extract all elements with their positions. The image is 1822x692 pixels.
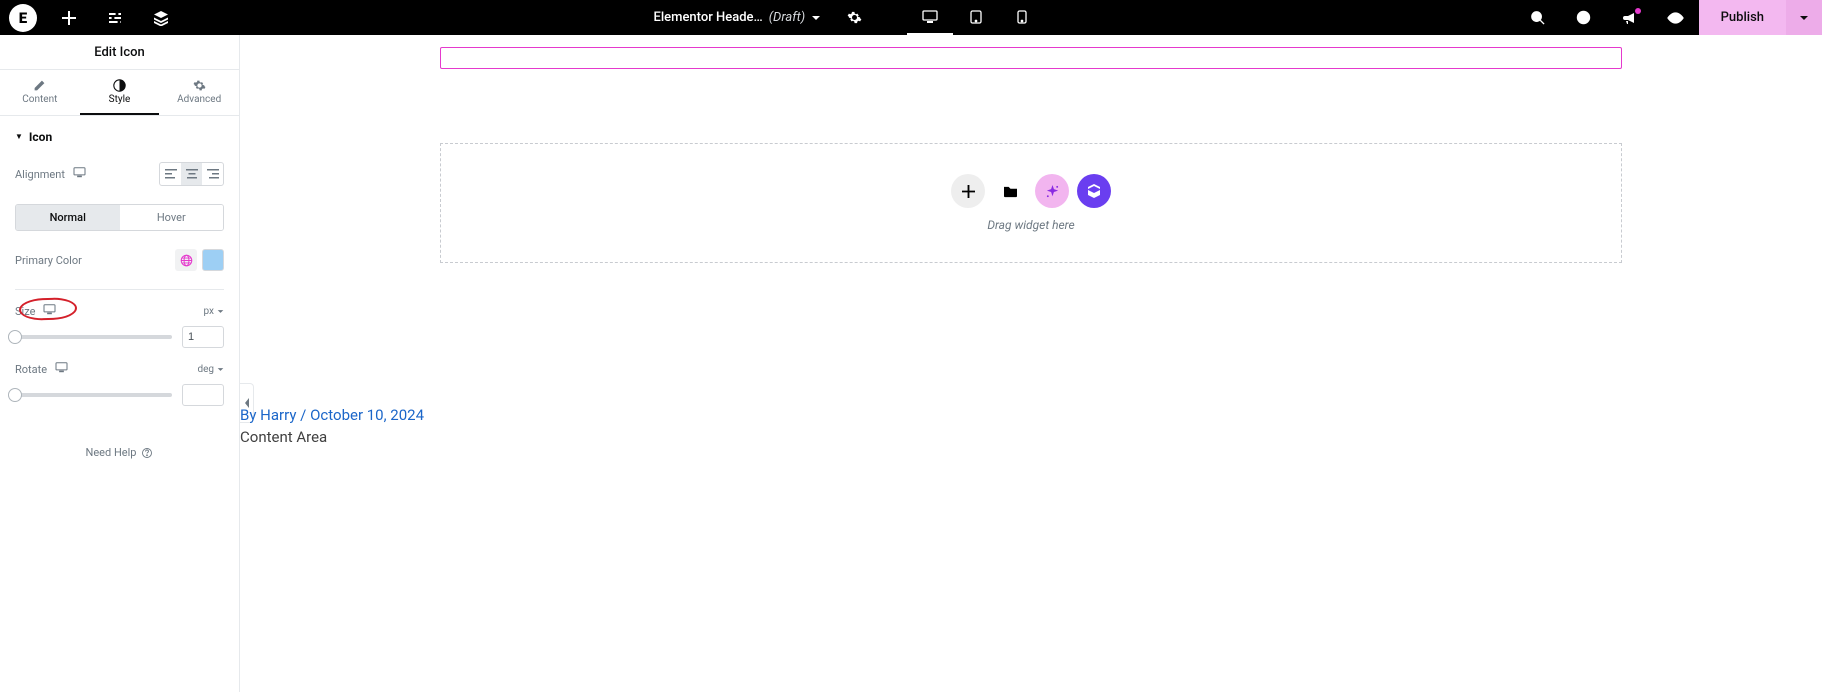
plus-icon <box>62 11 76 25</box>
search-icon <box>1530 10 1545 25</box>
tab-advanced-label: Advanced <box>177 94 221 105</box>
rotate-unit-select[interactable]: deg <box>197 364 224 375</box>
tab-advanced[interactable]: Advanced <box>159 70 239 115</box>
responsive-mobile[interactable] <box>999 0 1045 35</box>
section-icon-heading: Icon <box>29 130 52 144</box>
tab-style[interactable]: Style <box>80 70 160 115</box>
publish-button[interactable]: Publish <box>1699 0 1786 35</box>
state-tabs: Normal Hover <box>15 204 224 231</box>
editor-sidebar: Edit Icon Content Style Advanced ▼ Icon <box>0 35 240 692</box>
size-unit-label: px <box>203 306 214 317</box>
desktop-small-icon <box>55 362 68 373</box>
size-label: Size <box>15 305 35 318</box>
container-icon <box>1086 183 1102 199</box>
help-icon <box>1576 10 1591 25</box>
tab-content-label: Content <box>22 94 57 105</box>
alignment-choices <box>159 162 224 186</box>
megaphone-icon <box>1622 10 1638 26</box>
state-normal[interactable]: Normal <box>16 205 120 230</box>
help-button[interactable] <box>1561 0 1607 35</box>
meta-separator: / <box>296 406 310 424</box>
gear-icon <box>847 10 862 25</box>
add-element-button[interactable] <box>46 0 92 35</box>
page-settings-button[interactable] <box>831 0 877 35</box>
responsive-tablet[interactable] <box>953 0 999 35</box>
tablet-icon <box>970 10 982 24</box>
rotate-unit-label: deg <box>197 364 214 375</box>
alignment-label: Alignment <box>15 168 65 181</box>
help-circle-icon <box>141 447 153 459</box>
ai-button[interactable] <box>1035 174 1069 208</box>
plus-icon <box>962 185 975 198</box>
container-button[interactable] <box>1077 174 1111 208</box>
chevron-down-icon <box>217 366 224 373</box>
folder-icon <box>1003 185 1018 198</box>
desktop-icon <box>922 10 938 24</box>
post-author-link[interactable]: By Harry <box>240 406 296 424</box>
primary-color-swatch[interactable] <box>202 249 224 271</box>
need-help-label: Need Help <box>86 446 137 459</box>
publish-options-button[interactable] <box>1786 0 1822 35</box>
sparkle-icon <box>1045 184 1060 199</box>
panel-title: Edit Icon <box>0 35 239 70</box>
rotate-label: Rotate <box>15 363 47 376</box>
global-color-button[interactable] <box>175 249 197 271</box>
sliders-icon <box>107 10 123 26</box>
empty-section[interactable]: Drag widget here <box>440 143 1622 263</box>
post-date-link[interactable]: October 10, 2024 <box>310 406 424 424</box>
content-area-label: Content Area <box>240 428 424 446</box>
chevron-down-icon <box>811 13 821 23</box>
chevron-down-icon <box>217 308 224 315</box>
elementor-logo[interactable]: E <box>9 4 37 32</box>
align-left[interactable] <box>160 163 181 185</box>
contrast-icon <box>113 79 126 92</box>
size-slider[interactable] <box>15 335 172 339</box>
document-title: Elementor Heade… <box>654 10 763 25</box>
structure-button[interactable] <box>138 0 184 35</box>
size-responsive-toggle[interactable] <box>43 304 56 318</box>
whats-new-button[interactable] <box>1607 0 1653 35</box>
rotate-slider[interactable] <box>15 393 172 397</box>
mobile-icon <box>1017 10 1027 24</box>
size-slider-thumb[interactable] <box>8 330 22 344</box>
drop-hint: Drag widget here <box>987 218 1074 232</box>
gear-icon <box>193 79 206 92</box>
size-input[interactable] <box>182 326 224 348</box>
state-hover[interactable]: Hover <box>120 205 224 230</box>
rotate-slider-thumb[interactable] <box>8 388 22 402</box>
site-settings-button[interactable] <box>92 0 138 35</box>
desktop-small-icon <box>43 304 56 315</box>
finder-button[interactable] <box>1515 0 1561 35</box>
eye-icon <box>1667 12 1684 24</box>
size-unit-select[interactable]: px <box>203 306 224 317</box>
responsive-desktop[interactable] <box>907 0 953 35</box>
globe-icon <box>180 254 193 267</box>
panel-tabs: Content Style Advanced <box>0 70 239 116</box>
add-section-button[interactable] <box>951 174 985 208</box>
pencil-icon <box>33 79 46 92</box>
rotate-responsive-toggle[interactable] <box>55 362 68 376</box>
preview-button[interactable] <box>1653 0 1699 35</box>
document-status: (Draft) <box>769 10 805 25</box>
top-bar: E Elementor Heade… (Draft) <box>0 0 1822 35</box>
preview-canvas: Drag widget here By Harry / October 10, … <box>240 35 1822 692</box>
caret-down-icon: ▼ <box>15 133 23 141</box>
rotate-input[interactable] <box>182 384 224 406</box>
tab-style-label: Style <box>109 94 131 105</box>
responsive-toggle-icon[interactable] <box>73 167 86 181</box>
selected-icon-widget[interactable] <box>440 47 1622 69</box>
tab-content[interactable]: Content <box>0 70 80 115</box>
add-template-button[interactable] <box>993 174 1027 208</box>
section-icon-toggle[interactable]: ▼ Icon <box>15 130 224 144</box>
desktop-small-icon <box>73 167 86 178</box>
chevron-down-icon <box>1799 13 1809 23</box>
align-center[interactable] <box>181 163 202 185</box>
document-title-wrap[interactable]: Elementor Heade… (Draft) <box>654 10 822 25</box>
need-help-link[interactable]: Need Help <box>15 446 224 459</box>
layers-icon <box>153 10 169 26</box>
primary-color-label: Primary Color <box>15 254 82 267</box>
align-right[interactable] <box>202 163 223 185</box>
